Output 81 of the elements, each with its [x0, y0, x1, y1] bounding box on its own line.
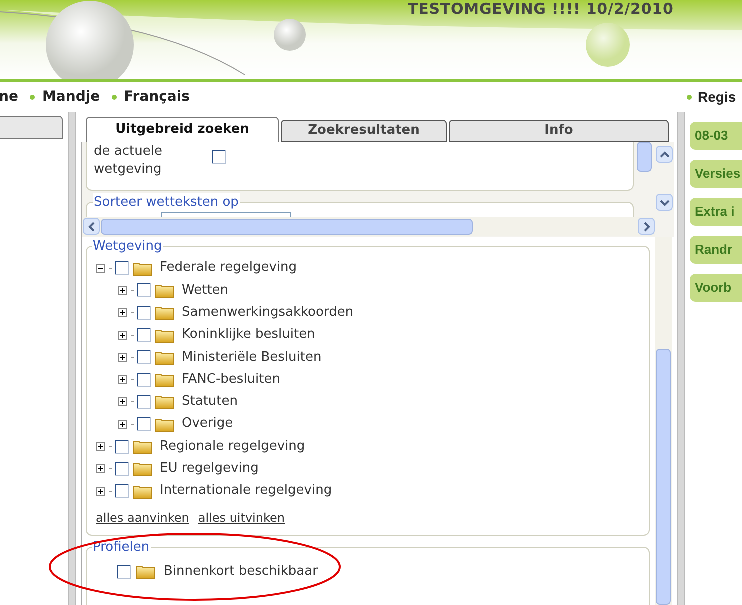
plus-icon — [119, 332, 126, 339]
tree-toggle[interactable] — [96, 442, 105, 452]
tree-item-label[interactable]: Samenwerkingsakkoorden — [182, 302, 354, 322]
folder-icon — [155, 394, 174, 410]
folder-icon — [155, 328, 174, 343]
checkbox[interactable] — [137, 372, 151, 387]
tree-item-label[interactable]: FANC-besluiten — [182, 370, 280, 390]
checkbox[interactable] — [212, 150, 226, 164]
folder-icon — [133, 439, 152, 454]
tab[interactable]: Uitgebreid zoeken — [86, 117, 279, 142]
bullet-icon — [687, 94, 692, 100]
folder-icon — [133, 461, 152, 476]
scroll-arrow-button[interactable] — [638, 218, 655, 235]
folder-icon — [133, 484, 152, 499]
tree-toggle[interactable] — [118, 352, 127, 362]
option-label: de actuele wetgeving — [94, 143, 164, 179]
header-title: TESTOMGEVING !!!! 10/2/2010 — [408, 0, 674, 20]
plus-icon — [119, 309, 126, 316]
tree-toggle[interactable] — [118, 308, 127, 318]
checkbox[interactable] — [137, 394, 151, 409]
bullet-icon — [30, 94, 36, 100]
tab-stub[interactable] — [0, 116, 63, 139]
plus-icon — [97, 465, 104, 472]
nav-link[interactable]: ne — [0, 86, 18, 108]
link[interactable]: alles uitvinken — [198, 509, 286, 527]
nav-link[interactable]: Mandje — [42, 86, 100, 108]
plus-icon — [97, 443, 104, 450]
sort-select[interactable] — [161, 212, 291, 217]
checkbox[interactable] — [115, 440, 129, 454]
tree-toggle[interactable] — [118, 286, 127, 295]
scrollbar-thumb[interactable] — [101, 218, 473, 234]
folder-icon — [155, 350, 174, 365]
tree-toggle[interactable] — [118, 375, 127, 384]
tree-item-label[interactable]: Koninklijke besluiten — [182, 325, 316, 345]
scroll-arrow-button[interactable] — [656, 194, 673, 211]
nav-link[interactable]: Regis — [698, 86, 736, 108]
scrollbar-thumb[interactable] — [656, 349, 671, 605]
folder-icon — [155, 416, 174, 432]
nav-link[interactable]: Français — [124, 86, 190, 108]
checkbox[interactable] — [137, 306, 151, 320]
tree-item-label[interactable]: Internationale regelgeving — [160, 481, 332, 501]
plus-icon — [119, 420, 126, 428]
tree-toggle[interactable] — [96, 464, 105, 474]
tree-item-label[interactable]: EU regelgeving — [160, 459, 259, 479]
checkbox[interactable] — [137, 417, 151, 432]
tree-toggle[interactable] — [118, 420, 127, 429]
folder-icon — [133, 260, 152, 276]
tab[interactable]: Info — [449, 120, 669, 142]
folder-icon — [136, 564, 155, 580]
bullet-icon — [112, 94, 118, 100]
folder-icon — [155, 372, 174, 388]
tree-item-label[interactable]: Regionale regelgeving — [160, 436, 306, 456]
tab[interactable]: Zoekresultaten — [281, 120, 447, 142]
tree-item-label[interactable]: Federale regelgeving — [160, 258, 298, 278]
plus-icon — [119, 376, 126, 384]
tree-item-label[interactable]: Binnenkort beschikbaar — [164, 562, 318, 582]
plus-icon — [97, 488, 104, 495]
tree-toggle[interactable] — [96, 264, 105, 273]
folder-icon — [155, 282, 174, 298]
checkbox[interactable] — [115, 462, 129, 476]
plus-icon — [119, 354, 126, 361]
plus-icon — [119, 286, 126, 294]
plus-icon — [119, 398, 126, 406]
scrollbar-thumb[interactable] — [637, 142, 652, 172]
tree-item-label[interactable]: Ministeriële Besluiten — [182, 348, 322, 368]
checkbox[interactable] — [115, 261, 129, 276]
tree-item-label[interactable]: Wetten — [182, 280, 229, 300]
checkbox[interactable] — [115, 484, 129, 498]
scroll-arrow-button[interactable] — [656, 146, 673, 163]
checkbox[interactable] — [137, 283, 151, 298]
checkbox[interactable] — [137, 328, 151, 342]
link[interactable]: alles aanvinken — [96, 509, 190, 527]
checkbox[interactable] — [117, 564, 131, 579]
tree-toggle[interactable] — [118, 397, 127, 406]
tree-toggle[interactable] — [96, 486, 105, 496]
tree-item-label[interactable]: Overige — [182, 414, 234, 434]
tree-item-label[interactable]: Statuten — [182, 392, 238, 412]
checkbox[interactable] — [137, 350, 151, 364]
scroll-arrow-button[interactable] — [83, 218, 100, 235]
tree-toggle[interactable] — [118, 330, 127, 340]
folder-icon — [155, 305, 174, 320]
